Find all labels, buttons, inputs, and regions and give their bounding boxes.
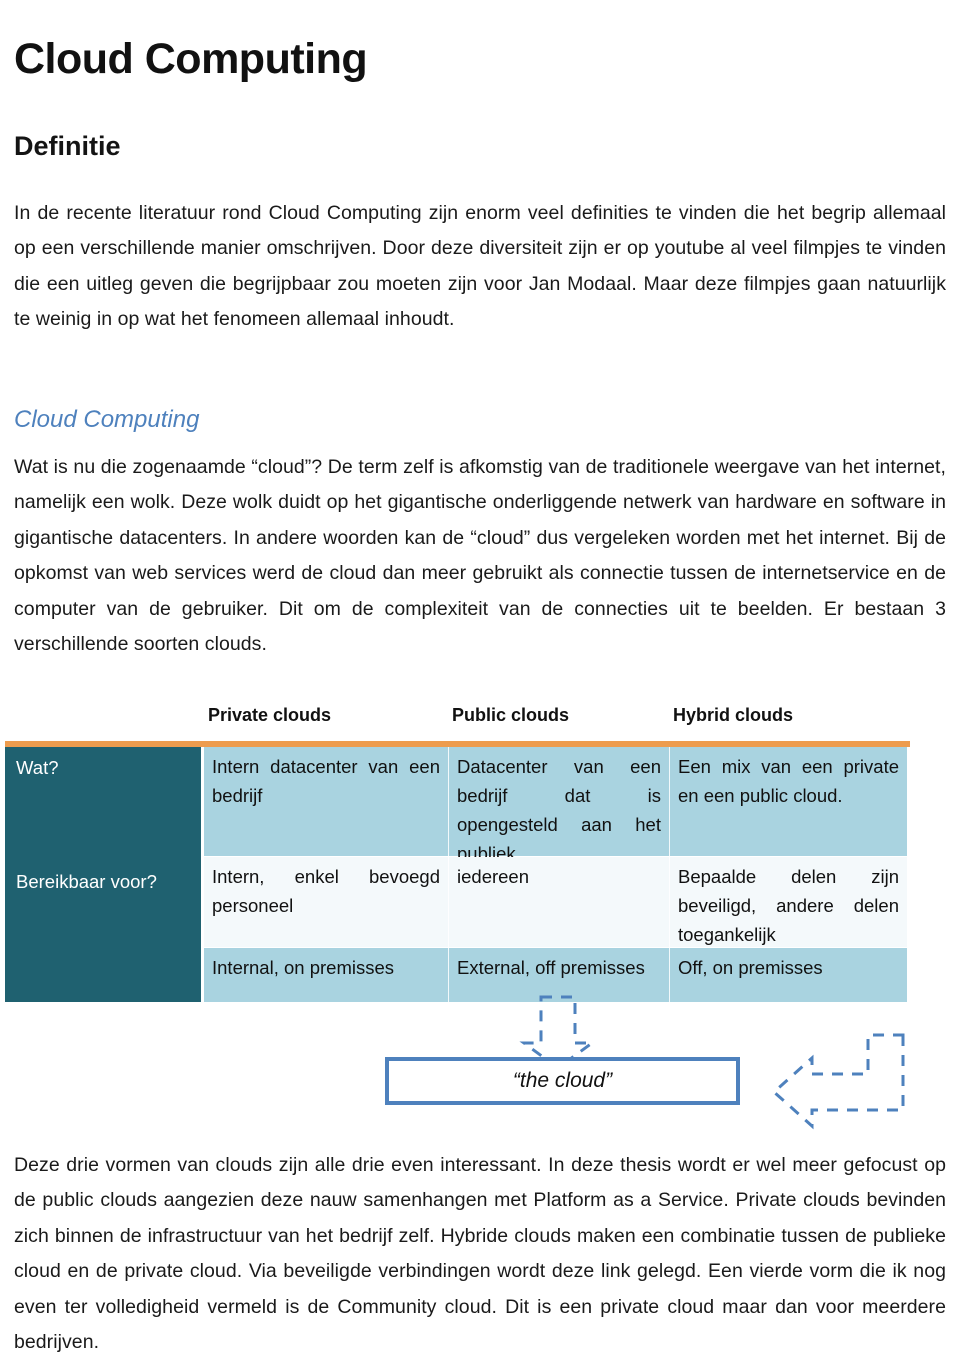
dashed-left-arrow: [771, 1033, 905, 1130]
paragraph-conclusion: Deze drie vormen van clouds zijn alle dr…: [14, 1153, 946, 1354]
table-cell: Off, on premisses: [678, 957, 823, 978]
clouds-comparison-table: Wat? Bereikbaar voor? Intern datacenter …: [5, 747, 907, 1002]
table-cell: Intern, enkel bevoegd personeel: [212, 866, 440, 916]
table-row: Internal, on premisses External, off pre…: [204, 948, 907, 1002]
table-cell: Bepaalde delen zijn beveiligd, andere de…: [678, 866, 899, 945]
table-row: Intern, enkel bevoegd personeel iedereen…: [204, 857, 907, 947]
the-cloud-label: “the cloud”: [512, 1069, 613, 1092]
table-row-label-column: Wat? Bereikbaar voor?: [5, 747, 201, 1002]
table-column-header-hybrid: Hybrid clouds: [673, 705, 794, 725]
table-row-label-bereikbaar: Bereikbaar voor?: [16, 871, 157, 892]
page-title: Cloud Computing: [14, 34, 368, 83]
paragraph-definitie: In de recente literatuur rond Cloud Comp…: [14, 201, 946, 331]
table-cell: External, off premisses: [457, 957, 645, 978]
table-column-headers: Private clouds Public clouds Hybrid clou…: [0, 702, 960, 734]
table-column-header-private: Private clouds: [208, 705, 332, 725]
table-column-header-public: Public clouds: [452, 705, 570, 725]
table-body: Intern datacenter van een bedrijf Datace…: [204, 747, 907, 1002]
table-row: Intern datacenter van een bedrijf Datace…: [204, 747, 907, 864]
the-cloud-box: “the cloud”: [385, 1057, 740, 1105]
table-cell: Intern datacenter van een bedrijf: [212, 756, 440, 806]
table-cell: Een mix van een private en een public cl…: [678, 756, 899, 806]
subsection-heading-cloud-computing: Cloud Computing: [14, 406, 200, 433]
section-heading-definitie: Definitie: [14, 131, 121, 162]
table-cell: iedereen: [457, 866, 530, 887]
table-cell: Internal, on premisses: [212, 957, 395, 978]
paragraph-cloud-computing: Wat is nu die zogenaamde “cloud”? De ter…: [14, 455, 946, 656]
table-row-label-wat: Wat?: [16, 757, 59, 778]
document-page: Cloud Computing Definitie In de recente …: [0, 0, 960, 1353]
table-cell: Datacenter van een bedrijf dat is openge…: [457, 756, 661, 864]
